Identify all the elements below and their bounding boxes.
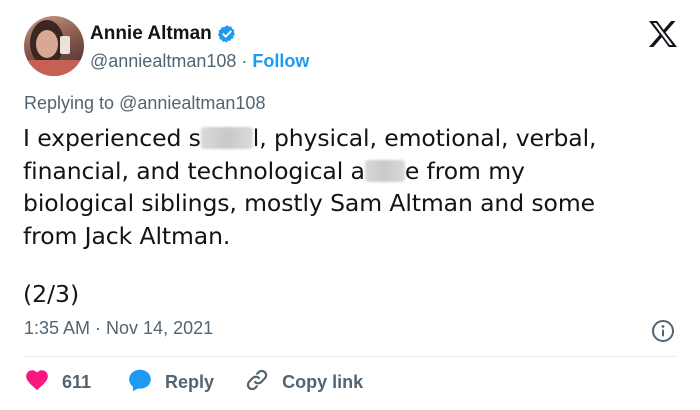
- info-icon[interactable]: [651, 319, 675, 343]
- tweet-line-4: from Jack Altman.: [23, 221, 231, 250]
- action-bar: 611 Reply Copy link: [24, 368, 363, 396]
- redaction-blur: [364, 159, 405, 182]
- tweet-card: Annie Altman @anniealtman108 · Follow Re…: [0, 0, 700, 410]
- replying-to: Replying to @anniealtman108: [24, 93, 265, 114]
- avatar[interactable]: [24, 16, 84, 76]
- author-handle-row: @anniealtman108 · Follow: [90, 50, 309, 72]
- author-handle[interactable]: @anniealtman108: [90, 51, 236, 72]
- verified-badge-icon: [217, 24, 237, 44]
- x-logo-icon[interactable]: [648, 20, 678, 48]
- like-count: 611: [62, 371, 92, 392]
- replying-to-prefix: Replying to: [24, 93, 115, 113]
- copy-link-label: Copy link: [282, 371, 364, 392]
- separator-dot: ·: [241, 50, 248, 71]
- replying-to-mention[interactable]: @anniealtman108: [119, 93, 265, 113]
- tweet-text: I experienced s l, physical, emotional, v…: [23, 122, 673, 252]
- reply-label: Reply: [165, 371, 215, 392]
- follow-button[interactable]: Follow: [252, 51, 309, 72]
- like-action[interactable]: 611: [24, 367, 91, 398]
- author-name[interactable]: Annie Altman: [90, 23, 212, 45]
- tweet-timestamp[interactable]: 1:35 AM · Nov 14, 2021: [24, 318, 213, 339]
- heart-icon[interactable]: [24, 367, 50, 398]
- reply-button[interactable]: Reply: [127, 367, 214, 398]
- link-icon[interactable]: [244, 367, 270, 398]
- divider: [24, 356, 676, 357]
- speech-bubble-icon[interactable]: [127, 367, 153, 398]
- tweet-line-3: biological siblings, mostly Sam Altman a…: [23, 189, 595, 217]
- redaction-blur: [200, 127, 253, 149]
- author-name-row: Annie Altman: [90, 22, 237, 46]
- tweet-header: Annie Altman @anniealtman108 · Follow: [24, 16, 678, 78]
- thread-position: (2/3): [23, 280, 80, 308]
- tweet-line-1: I experienced s l, physical, emotional, v…: [23, 124, 597, 152]
- tweet-line-2: financial, and technological ae from my: [23, 156, 525, 185]
- copy-link-button[interactable]: Copy link: [244, 367, 363, 398]
